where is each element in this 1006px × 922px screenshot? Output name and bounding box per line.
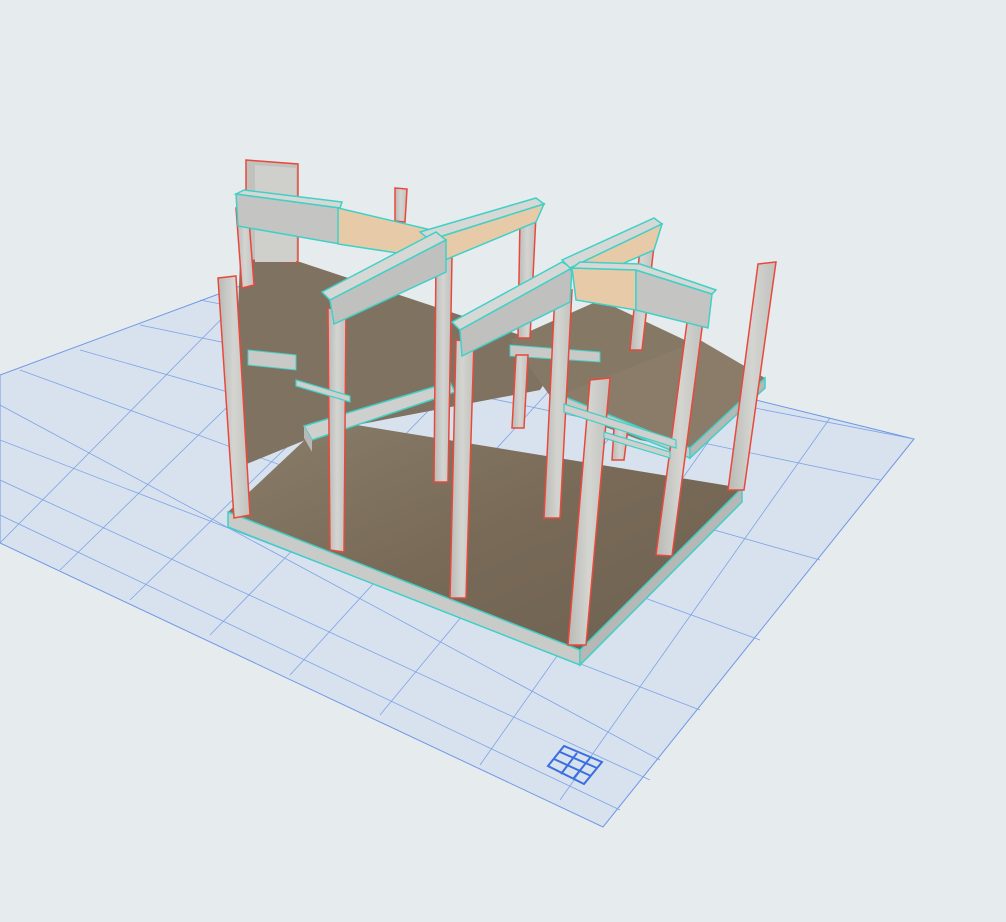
column [433, 256, 453, 483]
3d-viewport[interactable] [0, 0, 1006, 922]
3d-scene[interactable] [0, 0, 1006, 922]
column [394, 187, 408, 223]
beam [571, 267, 637, 311]
column [327, 307, 347, 553]
